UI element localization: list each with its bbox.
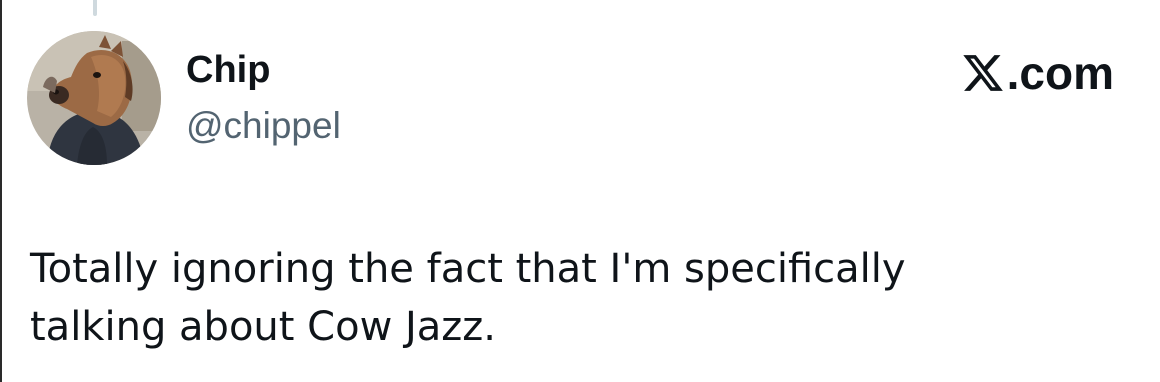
- author-handle[interactable]: @chippel: [186, 104, 341, 148]
- brand-domain-suffix: .com: [1006, 47, 1114, 99]
- x-brand-watermark: .com: [961, 46, 1114, 100]
- tweet-text-line: Totally ignoring the fact that I'm speci…: [30, 246, 906, 292]
- thread-connector-line: [93, 0, 97, 16]
- tweet-text-line: talking about Cow Jazz.: [30, 304, 497, 350]
- left-border: [0, 0, 2, 382]
- tweet-body: Totally ignoring the fact that I'm speci…: [30, 240, 1130, 356]
- horse-mask-avatar-icon: [27, 31, 161, 165]
- author-avatar[interactable]: [27, 31, 161, 165]
- x-logo-icon: [961, 51, 1005, 95]
- author-display-name[interactable]: Chip: [186, 48, 270, 92]
